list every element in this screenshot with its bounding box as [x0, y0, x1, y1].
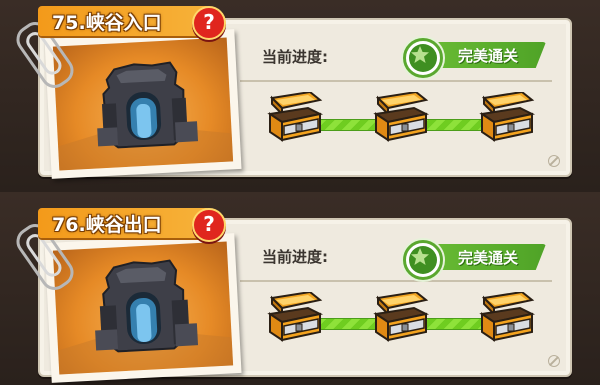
perfect-clear-label: 完美通关 [458, 47, 519, 65]
level-title: 76.峡谷出口 [52, 214, 162, 236]
level-thumbnail [44, 233, 242, 383]
perfect-clear-label: 完美通关 [458, 249, 519, 267]
treasure-chest-icon[interactable] [266, 290, 324, 342]
level-scene-image [52, 241, 234, 375]
treasure-chest-icon[interactable] [266, 90, 324, 142]
divider [240, 280, 552, 282]
level-title-tag: 76.峡谷出口 [38, 208, 218, 238]
question-mark-icon[interactable]: ? [192, 6, 226, 40]
level-thumbnail [44, 29, 242, 179]
treasure-chest-icon[interactable] [372, 90, 430, 142]
ban-icon [548, 155, 560, 167]
divider [240, 80, 552, 82]
star-badge-icon [403, 38, 443, 78]
treasure-chest-icon[interactable] [478, 90, 536, 142]
star-badge-icon [403, 240, 443, 280]
level-scene-image [52, 37, 234, 171]
progress-label: 当前进度: [262, 248, 328, 266]
progress-label: 当前进度: [262, 48, 328, 66]
question-mark-icon[interactable]: ? [192, 208, 226, 242]
level-title: 75.峡谷入口 [52, 12, 162, 34]
treasure-chest-icon[interactable] [478, 290, 536, 342]
level-title-tag: 75.峡谷入口 [38, 6, 218, 36]
fortress-gate-image [58, 61, 234, 171]
ban-icon [548, 355, 560, 367]
fortress-gate-image [58, 259, 234, 375]
treasure-chest-icon[interactable] [372, 290, 430, 342]
